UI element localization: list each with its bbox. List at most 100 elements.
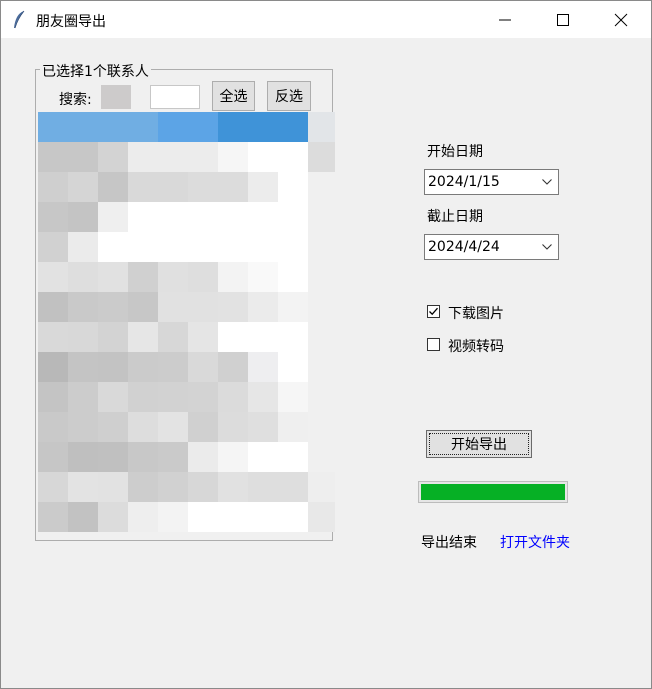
contact-cell — [128, 442, 158, 472]
contact-cell — [38, 112, 68, 142]
end-date-picker[interactable]: 2024/4/24 — [424, 234, 559, 260]
contact-cell — [308, 382, 335, 412]
contact-cell — [188, 382, 218, 412]
export-progress-bar — [418, 481, 568, 503]
contact-cell — [98, 292, 128, 322]
contact-cell — [278, 232, 308, 262]
transcode-video-label: 视频转码 — [448, 339, 504, 355]
contact-cell — [308, 232, 335, 262]
contact-cell — [218, 142, 248, 172]
contact-cell — [128, 502, 158, 532]
contact-cell — [98, 352, 128, 382]
contact-cell — [158, 322, 188, 352]
minimize-icon — [499, 19, 511, 21]
contact-cell — [278, 322, 308, 352]
contact-cell — [248, 502, 278, 532]
contact-cell — [218, 502, 248, 532]
contact-cell — [218, 472, 248, 502]
contact-cell — [98, 202, 128, 232]
contact-cell — [308, 112, 335, 142]
contact-cell — [38, 232, 68, 262]
start-date-label: 开始日期 — [427, 144, 483, 160]
contact-cell — [278, 202, 308, 232]
contact-cell — [158, 202, 188, 232]
maximize-button[interactable] — [534, 1, 592, 38]
download-images-checkbox[interactable] — [427, 305, 440, 318]
contact-cell — [98, 412, 128, 442]
contact-cell — [218, 172, 248, 202]
contact-cell — [98, 172, 128, 202]
end-date-label: 截止日期 — [427, 209, 483, 225]
contact-cell — [128, 472, 158, 502]
contact-cell — [188, 142, 218, 172]
select-all-button[interactable]: 全选 — [212, 81, 255, 111]
contact-cell — [218, 112, 248, 142]
contact-cell — [128, 232, 158, 262]
contact-cell — [278, 412, 308, 442]
contact-cell — [248, 232, 278, 262]
contact-cell — [68, 322, 98, 352]
contact-cell — [38, 442, 68, 472]
contact-cell — [98, 322, 128, 352]
maximize-icon — [557, 14, 569, 26]
chevron-down-icon — [542, 179, 552, 185]
contact-cell — [248, 202, 278, 232]
contact-cell — [308, 292, 335, 322]
contact-cell — [158, 262, 188, 292]
contact-cell — [278, 502, 308, 532]
download-images-label: 下载图片 — [448, 306, 504, 322]
contact-cell — [98, 442, 128, 472]
contact-cell — [68, 232, 98, 262]
contact-cell — [278, 172, 308, 202]
start-date-value: 2024/1/15 — [428, 174, 500, 190]
contact-cell — [308, 352, 335, 382]
status-text: 导出结束 — [421, 535, 477, 551]
close-icon — [614, 13, 628, 27]
contact-cell — [278, 262, 308, 292]
contact-cell — [248, 382, 278, 412]
contact-cell — [278, 442, 308, 472]
contact-cell — [308, 442, 335, 472]
title-bar[interactable]: 朋友圈导出 — [1, 1, 651, 38]
contact-cell — [308, 262, 335, 292]
contact-cell — [278, 292, 308, 322]
contact-cell — [188, 322, 218, 352]
invert-selection-button[interactable]: 反选 — [267, 81, 311, 111]
contact-cell — [68, 292, 98, 322]
contact-cell — [68, 262, 98, 292]
contact-cell — [158, 442, 188, 472]
contact-cell — [218, 232, 248, 262]
minimize-button[interactable] — [476, 1, 534, 38]
contact-cell — [248, 142, 278, 172]
start-date-picker[interactable]: 2024/1/15 — [424, 169, 559, 195]
transcode-video-checkbox[interactable] — [427, 338, 440, 351]
contact-cell — [98, 142, 128, 172]
contact-cell — [188, 502, 218, 532]
contact-cell — [158, 382, 188, 412]
contact-cell — [158, 172, 188, 202]
open-folder-link[interactable]: 打开文件夹 — [500, 532, 570, 552]
contact-cell — [128, 112, 158, 142]
contact-cell — [38, 202, 68, 232]
close-button[interactable] — [592, 1, 650, 38]
search-swatch — [101, 85, 131, 109]
contact-cell — [188, 442, 218, 472]
contact-list[interactable] — [38, 112, 335, 538]
contact-cell — [248, 292, 278, 322]
contact-cell — [248, 412, 278, 442]
contact-cell — [218, 352, 248, 382]
contact-cell — [68, 352, 98, 382]
contact-cell — [248, 442, 278, 472]
contact-cell — [158, 472, 188, 502]
chevron-down-icon — [542, 244, 552, 250]
contact-cell — [278, 112, 308, 142]
search-input[interactable] — [150, 85, 200, 109]
search-label: 搜索: — [59, 92, 92, 108]
contact-cell — [308, 172, 335, 202]
contact-cell — [188, 352, 218, 382]
contact-cell — [128, 352, 158, 382]
contact-cell — [68, 172, 98, 202]
start-export-button[interactable]: 开始导出 — [426, 430, 532, 458]
contact-cell — [188, 412, 218, 442]
contact-cell — [308, 472, 335, 502]
